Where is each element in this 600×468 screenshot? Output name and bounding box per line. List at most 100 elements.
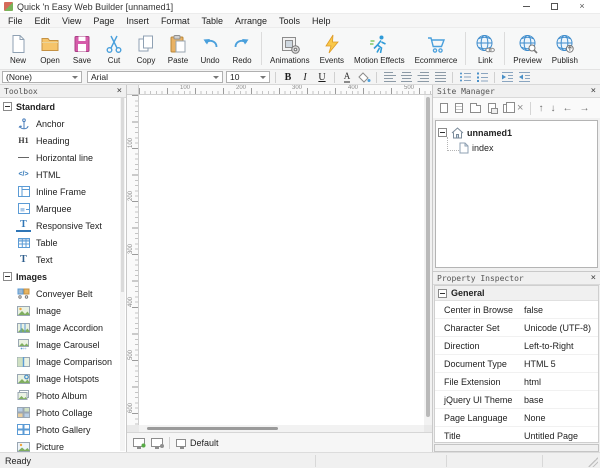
resize-grip[interactable] (588, 457, 598, 467)
collapse-icon[interactable] (438, 128, 447, 137)
increase-indent-button[interactable] (500, 71, 514, 84)
save-button[interactable]: Save (66, 28, 98, 69)
new-button[interactable]: New (2, 28, 34, 69)
toolbox-item-inline-frame[interactable]: Inline Frame (0, 183, 126, 200)
toolbox-item-horizontal-line[interactable]: Horizontal line (0, 149, 126, 166)
publish-button[interactable]: Publish (547, 28, 583, 69)
move-down-button[interactable]: ↓ (550, 103, 555, 114)
toolbox-item-picture[interactable]: Picture (0, 438, 126, 452)
scissors-icon (103, 33, 125, 55)
toolbox-item-conveyer-belt[interactable]: Conveyer Belt (0, 285, 126, 302)
toolbox-close-icon[interactable]: × (117, 86, 122, 96)
toolbox-item-photo-gallery[interactable]: Photo Gallery (0, 421, 126, 438)
toolbox-scrollbar-thumb[interactable] (121, 98, 124, 293)
underline-button[interactable]: U (315, 71, 329, 84)
ecommerce-button[interactable]: Ecommerce (410, 28, 463, 69)
align-justify-button[interactable] (433, 71, 447, 84)
italic-button[interactable]: I (298, 71, 312, 84)
link-button[interactable]: Link (469, 28, 501, 69)
site-manager-close-icon[interactable]: × (591, 86, 596, 96)
toolbox-item-responsive-text[interactable]: T Responsive Text (0, 217, 126, 234)
preview-button[interactable]: Preview (508, 28, 546, 69)
toolbox-item-image-hotspots[interactable]: Image Hotspots (0, 370, 126, 387)
new-page-button[interactable] (440, 103, 448, 113)
move-left-button[interactable]: ← (562, 103, 572, 114)
menu-view[interactable]: View (56, 16, 87, 26)
font-select[interactable]: Arial (87, 71, 223, 83)
page-properties-button[interactable] (455, 103, 463, 113)
vertical-scrollbar-thumb[interactable] (426, 97, 430, 417)
undo-button[interactable]: Undo (194, 28, 226, 69)
delete-page-button[interactable]: × (517, 102, 523, 114)
toolbox-item-image-comparison[interactable]: Image Comparison (0, 353, 126, 370)
style-select[interactable]: (None) (2, 71, 82, 83)
toolbox-item-image[interactable]: Image (0, 302, 126, 319)
paste-button[interactable]: Paste (162, 28, 194, 69)
cut-button[interactable]: Cut (98, 28, 130, 69)
menu-file[interactable]: File (2, 16, 29, 26)
toolbox-item-heading[interactable]: H1 Heading (0, 132, 126, 149)
toolbox-item-html[interactable]: </> HTML (0, 166, 126, 183)
toolbox-item-marquee[interactable]: Marquee (0, 200, 126, 217)
breakpoint-tab-default[interactable]: Default (176, 438, 219, 449)
menu-arrange[interactable]: Arrange (229, 16, 273, 26)
collapse-icon[interactable] (3, 272, 12, 281)
bullet-list-button[interactable] (458, 71, 472, 84)
toolbox-item-table[interactable]: Table (0, 234, 126, 251)
toolbox-item-image-carousel[interactable]: Image Carousel (0, 336, 126, 353)
add-breakpoint-icon[interactable] (133, 438, 146, 449)
menu-format[interactable]: Format (155, 16, 196, 26)
numbered-list-button[interactable] (475, 71, 489, 84)
menu-table[interactable]: Table (195, 16, 229, 26)
close-button[interactable]: × (568, 0, 596, 13)
font-size-select[interactable]: 10 (226, 71, 270, 83)
redo-button[interactable]: Redo (226, 28, 258, 69)
toolbar-separator (465, 32, 467, 65)
maximize-button[interactable] (540, 0, 568, 13)
clone-page-button[interactable] (488, 103, 498, 114)
menu-page[interactable]: Page (87, 16, 120, 26)
align-right-button[interactable] (416, 71, 430, 84)
toolbox-item-anchor[interactable]: Anchor (0, 115, 126, 132)
align-left-button[interactable] (382, 71, 396, 84)
new-folder-button[interactable] (470, 103, 481, 113)
toolbox-item-photo-album[interactable]: Photo Album (0, 387, 126, 404)
property-inspector-scrollbar[interactable] (434, 444, 599, 452)
collapse-icon[interactable] (3, 102, 12, 111)
property-inspector-close-icon[interactable]: × (591, 273, 596, 283)
menu-edit[interactable]: Edit (29, 16, 57, 26)
move-right-button[interactable]: → (579, 103, 589, 114)
canvas-vertical-scrollbar[interactable] (424, 95, 432, 425)
toolbox-item-image-accordion[interactable]: Image Accordion (0, 319, 126, 336)
animations-button[interactable]: Animations (265, 28, 315, 69)
minimize-button[interactable] (512, 0, 540, 13)
toolbox-item-text[interactable]: T Text (0, 251, 126, 268)
canvas-horizontal-scrollbar[interactable] (139, 425, 424, 432)
toolbox-section-images[interactable]: Images (0, 268, 126, 285)
horizontal-scrollbar-thumb[interactable] (147, 427, 279, 430)
font-color-button[interactable]: A (340, 71, 354, 84)
menu-insert[interactable]: Insert (120, 16, 155, 26)
copy-button[interactable]: Copy (130, 28, 162, 69)
toolbox-title: Toolbox (4, 86, 38, 96)
menu-help[interactable]: Help (306, 16, 337, 26)
property-section-general[interactable]: General (435, 286, 598, 301)
bold-button[interactable]: B (281, 71, 295, 84)
manage-breakpoints-icon[interactable] (151, 438, 164, 449)
design-canvas[interactable] (139, 95, 424, 425)
tree-node-index[interactable]: index (438, 137, 595, 155)
copy-page-button[interactable] (503, 101, 515, 113)
toolbox-item-photo-collage[interactable]: Photo Collage (0, 404, 126, 421)
tree-node-root[interactable]: unnamed1 (438, 125, 595, 140)
toolbox-section-standard[interactable]: Standard (0, 98, 126, 115)
collapse-icon[interactable] (438, 288, 447, 298)
highlight-button[interactable] (357, 71, 371, 84)
align-center-button[interactable] (399, 71, 413, 84)
motion-effects-button[interactable]: Motion Effects (349, 28, 410, 69)
open-button[interactable]: Open (34, 28, 66, 69)
decrease-indent-button[interactable] (517, 71, 531, 84)
events-button[interactable]: Events (315, 28, 349, 69)
toolbox-scrollbar[interactable] (120, 98, 125, 451)
move-up-button[interactable]: ↑ (538, 103, 543, 114)
menu-tools[interactable]: Tools (273, 16, 306, 26)
